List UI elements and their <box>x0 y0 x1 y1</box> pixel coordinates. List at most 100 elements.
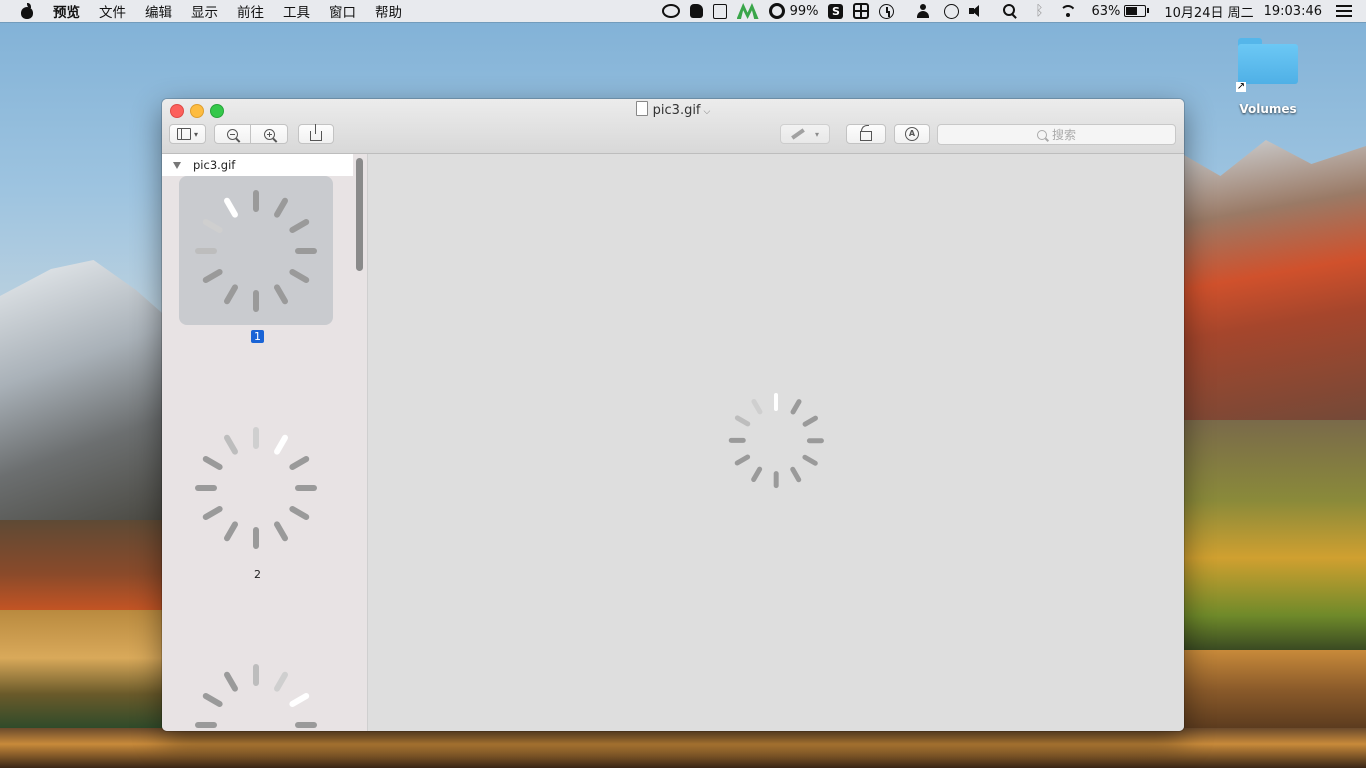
window-title-text: pic3.gif <box>652 103 701 118</box>
share-icon <box>310 123 322 141</box>
wallpaper-field-left <box>0 610 170 730</box>
spinner-bar <box>789 466 802 484</box>
spinner-bar <box>733 415 751 428</box>
desktop-volumes-alias[interactable]: ↗ Volumes <box>1228 36 1308 116</box>
spinner-bar <box>253 426 259 449</box>
rotate-icon <box>860 124 872 141</box>
rotate-button[interactable] <box>846 124 886 144</box>
wallpaper-forest-left <box>0 520 170 610</box>
spinner-bar <box>288 454 311 471</box>
spinner-bar <box>201 454 224 471</box>
pen-icon <box>791 128 805 140</box>
spinner-bar <box>195 484 217 491</box>
disclosure-triangle-icon[interactable] <box>173 161 181 169</box>
spinner-bar <box>806 438 824 444</box>
spinner-bar <box>253 526 259 549</box>
time-machine-icon[interactable] <box>879 3 895 19</box>
chevron-down-icon: ⌵ <box>703 107 711 117</box>
clock-date[interactable]: 10月24日 周二 <box>1164 2 1253 21</box>
spinner-bar <box>201 217 224 234</box>
wifi-icon[interactable] <box>1059 4 1077 18</box>
page-thumbnail-3[interactable] <box>179 650 333 731</box>
chevron-down-icon: ▾ <box>193 129 198 139</box>
spinner-bar <box>288 691 311 708</box>
sidebar-document-header[interactable]: pic3.gif <box>162 154 353 176</box>
sidebar-scrollbar[interactable] <box>356 158 363 271</box>
wallpaper-lake-right <box>1184 650 1366 730</box>
wallpaper-mountain-right <box>1184 140 1366 440</box>
spinner-bar <box>750 466 763 484</box>
spinner-bar <box>295 247 317 254</box>
document-status-icon[interactable] <box>712 3 727 19</box>
spinner-bar <box>272 196 290 219</box>
page-thumbnail-2[interactable] <box>179 413 333 562</box>
menu-tools[interactable]: 工具 <box>283 1 310 21</box>
zoom-in-button[interactable] <box>250 124 288 144</box>
battery-percent: 63% <box>1091 3 1121 19</box>
markup-toolbar-button[interactable]: A <box>894 124 930 144</box>
menu-window[interactable]: 窗口 <box>329 1 356 21</box>
volume-icon[interactable] <box>969 5 983 17</box>
spinner-bar <box>272 519 290 542</box>
evernote-icon[interactable] <box>689 4 703 18</box>
battery-icon[interactable] <box>1124 5 1150 17</box>
accessibility-icon[interactable] <box>944 3 960 19</box>
page-thumbnail-1[interactable] <box>179 176 333 325</box>
sidebar-toggle-button[interactable]: ▾ <box>169 124 206 144</box>
spinner-bar <box>773 471 779 489</box>
grid-app-icon[interactable] <box>853 3 870 19</box>
thumbnail-sidebar: pic3.gif 1 2 <box>162 154 368 731</box>
bluetooth-icon[interactable]: ᛒ <box>1033 4 1045 18</box>
wallpaper-hill-right <box>1184 420 1366 650</box>
sidebar-icon <box>176 128 191 140</box>
share-button[interactable] <box>298 123 334 144</box>
spotlight-icon[interactable] <box>1003 4 1017 18</box>
clock-time[interactable]: 19:03:46 <box>1264 4 1322 19</box>
spinner-bar <box>222 433 240 456</box>
s-app-icon[interactable]: S <box>828 3 844 19</box>
spinner-bar <box>195 247 217 254</box>
spinner-bar <box>272 282 290 305</box>
spinner-bar <box>801 454 819 467</box>
spinner-bar <box>222 282 240 305</box>
menu-view[interactable]: 显示 <box>191 1 218 21</box>
spinner-bar <box>288 267 311 284</box>
zoom-out-button[interactable] <box>214 124 251 144</box>
status-area: 99% S ᛒ 63% 10月24日 周二 19:03:46 <box>652 0 1366 22</box>
menu-help[interactable]: 帮助 <box>375 1 402 21</box>
ring-status-icon[interactable] <box>768 3 785 19</box>
spinner-bar <box>728 438 746 444</box>
menu-go[interactable]: 前往 <box>237 1 264 21</box>
desktop-icon-label: Volumes <box>1239 102 1297 116</box>
spinner-bar <box>733 454 751 467</box>
spinner-bar <box>272 670 290 693</box>
spinner-bar <box>253 289 259 312</box>
document-icon <box>635 101 648 116</box>
spinner-bar <box>773 393 779 411</box>
m-logo-icon[interactable] <box>736 3 759 19</box>
menu-file[interactable]: 文件 <box>99 1 126 21</box>
page-number-2: 2 <box>254 568 261 581</box>
zoom-out-icon <box>227 128 238 140</box>
menu-edit[interactable]: 编辑 <box>145 1 172 21</box>
window-title[interactable]: pic3.gif ⌵ <box>162 101 1184 118</box>
user-icon[interactable] <box>916 4 930 18</box>
creative-cloud-icon[interactable] <box>661 4 680 18</box>
spinner-bar <box>295 721 317 728</box>
page-number-1: 1 <box>251 330 264 343</box>
spinner-bar <box>288 504 311 521</box>
highlight-button[interactable]: ▾ <box>780 124 830 144</box>
spinner-bar <box>222 670 240 693</box>
spinner-bar <box>295 484 317 491</box>
notification-center-icon[interactable] <box>1336 5 1352 17</box>
spinner-bar <box>201 691 224 708</box>
markup-icon: A <box>905 127 919 141</box>
menu-app-name[interactable]: 预览 <box>53 1 80 21</box>
alias-arrow-icon: ↗ <box>1236 81 1246 92</box>
apple-menu-icon[interactable] <box>19 3 35 19</box>
spinner-bar <box>253 189 259 212</box>
search-input[interactable]: 搜索 <box>937 124 1176 145</box>
document-view[interactable] <box>368 154 1184 731</box>
spinner-bar <box>789 398 802 416</box>
folder-icon <box>1238 36 1298 84</box>
